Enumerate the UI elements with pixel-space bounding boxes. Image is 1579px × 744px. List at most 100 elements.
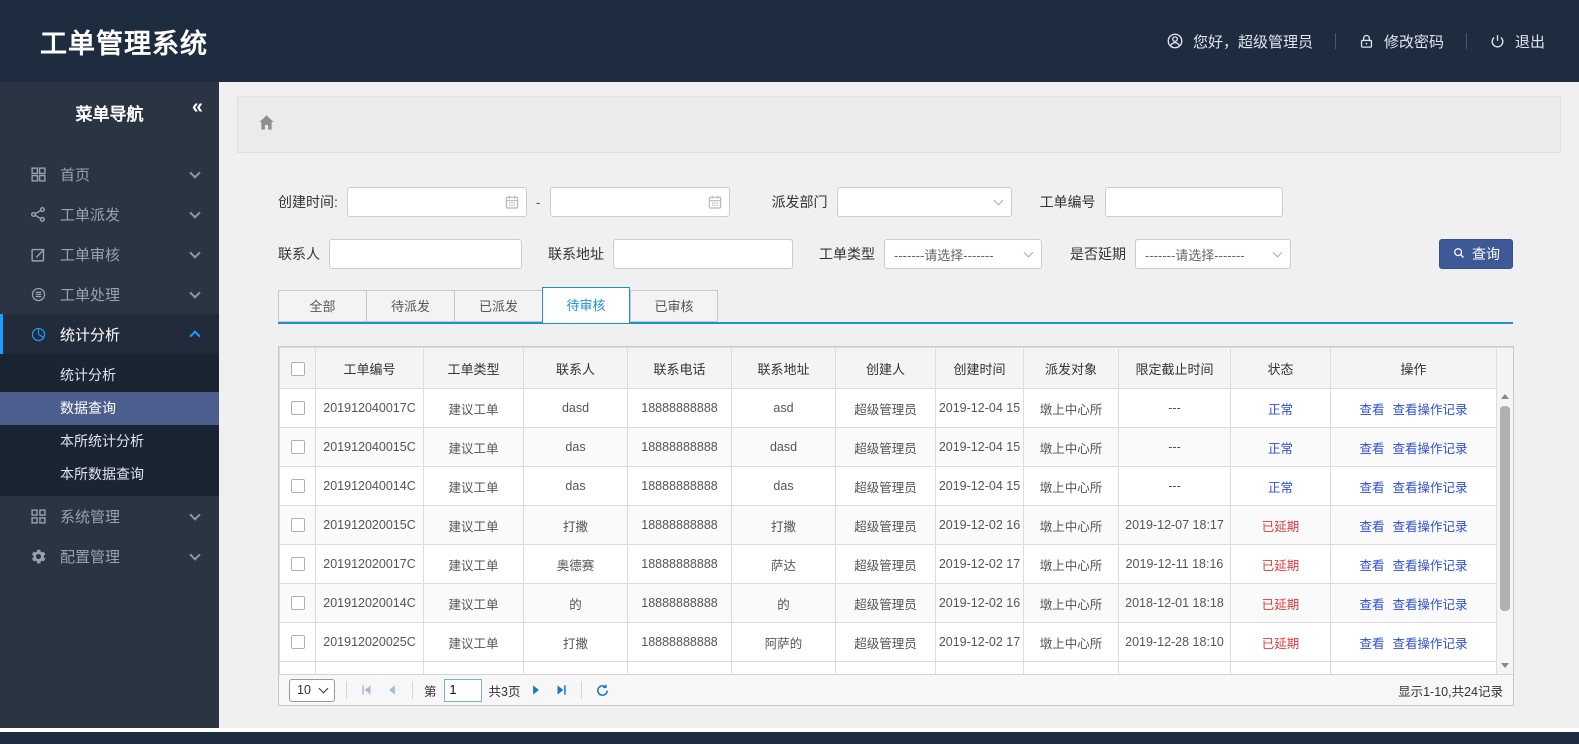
order-no-cell: 201912020014C — [315, 583, 424, 623]
table-row: 201912020017C 建议工单 奥德赛 18888888888 萨达 超级… — [279, 544, 1513, 584]
sidebar-item-dispatch[interactable]: 工单派发 — [0, 194, 219, 234]
row-checkbox[interactable] — [290, 518, 305, 533]
page-prefix-label: 第 — [424, 684, 437, 699]
footer-bar — [0, 732, 1579, 744]
submenu-item-data-query[interactable]: 数据查询 — [0, 392, 219, 425]
sidebar-title: 菜单导航 — [75, 104, 144, 124]
chevron-down-icon — [189, 246, 201, 259]
phone-cell: 18888888888 — [627, 466, 732, 506]
row-checkbox[interactable] — [290, 557, 305, 572]
address-cell: 萨达 — [731, 544, 836, 584]
row-checkbox[interactable] — [290, 635, 305, 650]
order-type-cell: 建议工单 — [423, 427, 524, 467]
view-link[interactable]: 查看 — [1359, 598, 1384, 612]
checkbox-cell — [279, 661, 316, 674]
view-log-link[interactable]: 查看操作记录 — [1393, 598, 1468, 612]
address-input[interactable] — [613, 239, 793, 269]
table-row: 201912020014C 建议工单 的 18888888888 的 超级管理员… — [279, 583, 1513, 623]
change-password-link[interactable]: 修改密码 — [1358, 31, 1444, 52]
order-no-label: 工单编号 — [1039, 194, 1096, 210]
scrollbar-header-cell — [1496, 347, 1513, 389]
page-size-select[interactable]: 10 — [289, 678, 335, 702]
total-pages-label: 共3页 — [488, 684, 521, 699]
table-scrollbar[interactable] — [1496, 388, 1513, 674]
order-type-select[interactable]: -------请选择------- — [884, 239, 1042, 269]
created-cell: 2019-12-04 15 — [935, 466, 1024, 506]
status-cell: 正常 — [1230, 427, 1331, 467]
orders-table-panel: 工单编号 工单类型 联系人 联系电话 联系地址 创建人 创建时间 派发对象 限定… — [278, 346, 1514, 706]
last-page-button[interactable] — [552, 681, 570, 699]
pager-divider — [581, 681, 583, 699]
order-type-cell: 建议工单 — [423, 505, 524, 545]
view-link[interactable]: 查看 — [1359, 403, 1384, 417]
sidebar-item-statistics[interactable]: 统计分析 — [0, 314, 219, 354]
sidebar-item-label: 系统管理 — [60, 508, 121, 526]
submenu-item-local-data-query[interactable]: 本所数据查询 — [0, 458, 219, 491]
filter-panel: 创建时间: - 派发部门 工单编号 联系人 联系地址 工单类型 -------请… — [278, 187, 1513, 269]
submenu-item-statistics[interactable]: 统计分析 — [0, 359, 219, 392]
order-type-cell: 建议工单 — [423, 544, 524, 584]
sidebar-item-system[interactable]: 系统管理 — [0, 496, 219, 536]
sidebar-item-label: 工单处理 — [60, 286, 121, 304]
view-link[interactable]: 查看 — [1359, 481, 1384, 495]
scroll-down-icon[interactable] — [1501, 663, 1509, 668]
view-link[interactable]: 查看 — [1359, 442, 1384, 456]
search-button[interactable]: 查询 — [1439, 239, 1513, 269]
view-log-link[interactable]: 查看操作记录 — [1393, 403, 1468, 417]
create-time-label: 创建时间: — [278, 194, 338, 210]
sidebar-item-process[interactable]: 工单处理 — [0, 274, 219, 314]
view-link[interactable]: 查看 — [1359, 637, 1384, 651]
create-time-end-input[interactable] — [549, 187, 730, 217]
phone-cell: 18888888888 — [627, 544, 732, 584]
sidebar-item-config[interactable]: 配置管理 — [0, 536, 219, 576]
logout-link[interactable]: 退出 — [1489, 31, 1545, 52]
select-all-checkbox[interactable] — [290, 361, 305, 376]
sidebar-item-label: 配置管理 — [60, 548, 121, 566]
tab-to-review[interactable]: 待审核 — [542, 287, 630, 324]
first-page-button[interactable] — [358, 681, 376, 699]
deadline-cell: --- — [1118, 466, 1231, 506]
status-text: 正常 — [1267, 480, 1293, 495]
view-log-link[interactable]: 查看操作记录 — [1393, 520, 1468, 534]
sidebar-item-review[interactable]: 工单审核 — [0, 234, 219, 274]
delay-select[interactable]: -------请选择------- — [1135, 239, 1291, 269]
row-checkbox[interactable] — [290, 440, 305, 455]
phone-cell: 18888888888 — [627, 622, 732, 662]
create-time-start-input[interactable] — [346, 187, 527, 217]
tab-dispatched[interactable]: 已派发 — [454, 290, 542, 322]
collapse-icon[interactable]: « — [192, 96, 203, 119]
target-cell: 墩上中心所 — [1023, 388, 1119, 428]
view-log-link[interactable]: 查看操作记录 — [1393, 442, 1468, 456]
refresh-button[interactable] — [593, 681, 611, 699]
tab-reviewed[interactable]: 已审核 — [630, 290, 718, 322]
row-checkbox[interactable] — [290, 401, 305, 416]
home-icon[interactable] — [257, 113, 276, 137]
creator-cell: 超级管理员 — [835, 466, 936, 506]
logout-text: 退出 — [1514, 33, 1545, 51]
contact-input[interactable] — [329, 239, 522, 269]
view-link[interactable]: 查看 — [1359, 520, 1384, 534]
page-input[interactable] — [443, 678, 482, 702]
view-log-link[interactable]: 查看操作记录 — [1393, 559, 1468, 573]
view-link[interactable]: 查看 — [1359, 559, 1384, 573]
row-checkbox[interactable] — [290, 479, 305, 494]
submenu-item-local-statistics[interactable]: 本所统计分析 — [0, 425, 219, 458]
prev-page-button[interactable] — [383, 681, 401, 699]
tab-to-dispatch[interactable]: 待派发 — [366, 290, 454, 322]
order-no-input[interactable] — [1104, 187, 1283, 217]
column-header: 创建时间 — [935, 347, 1024, 389]
order-type-cell: 建议工单 — [423, 466, 524, 506]
scroll-up-icon[interactable] — [1501, 394, 1509, 399]
order-no-cell: 201912040015C — [315, 427, 424, 467]
next-page-button[interactable] — [527, 681, 545, 699]
view-log-link[interactable]: 查看操作记录 — [1393, 637, 1468, 651]
status-cell: 正常 — [1230, 466, 1331, 506]
scrollbar-thumb[interactable] — [1500, 406, 1510, 611]
sidebar-item-home[interactable]: 首页 — [0, 154, 219, 194]
row-checkbox[interactable] — [290, 596, 305, 611]
creator-cell: 超级管理员 — [835, 388, 936, 428]
view-log-link[interactable]: 查看操作记录 — [1393, 481, 1468, 495]
tab-all[interactable]: 全部 — [278, 290, 366, 322]
user-greeting[interactable]: 您好，超级管理员 — [1166, 31, 1313, 52]
dispatch-dept-select[interactable] — [836, 187, 1012, 217]
